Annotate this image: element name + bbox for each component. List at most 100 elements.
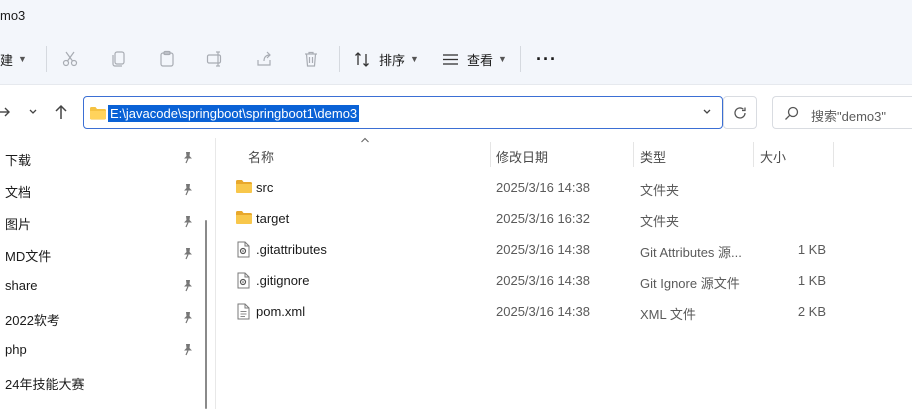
pin-icon <box>184 216 192 228</box>
sort-button[interactable]: 排序 ▼ <box>354 33 419 85</box>
file-date: 2025/3/16 16:32 <box>496 211 590 226</box>
toolbar-divider <box>520 46 521 72</box>
share-icon <box>257 51 271 66</box>
column-divider[interactable] <box>833 142 834 167</box>
back-button[interactable] <box>0 100 12 124</box>
file-name: src <box>256 180 274 195</box>
sidebar-item-downloads[interactable]: 下载 <box>0 142 200 174</box>
rename-button[interactable] <box>206 33 224 85</box>
pin-icon <box>184 312 192 324</box>
file-type: 文件夹 <box>640 183 680 198</box>
chevron-down-icon: ▼ <box>498 54 507 64</box>
scissors-icon <box>62 51 78 67</box>
column-header-size[interactable]: 大小 <box>753 138 833 170</box>
file-date: 2025/3/16 14:38 <box>496 304 590 319</box>
file-name: .gitattributes <box>256 242 327 257</box>
pane-divider[interactable] <box>215 138 216 409</box>
toolbar-divider <box>46 46 47 72</box>
arrow-right-icon <box>0 107 10 117</box>
recent-locations-button[interactable] <box>26 100 40 124</box>
sidebar-scrollbar[interactable] <box>205 220 207 409</box>
title-bar: mo3 <box>0 0 912 33</box>
more-options-button[interactable]: ··· <box>536 33 557 85</box>
sort-icon <box>355 51 369 67</box>
sidebar-item-skills-contest[interactable]: 24年技能大赛 <box>0 366 200 398</box>
column-header-type[interactable]: 类型 <box>633 138 753 170</box>
file-row[interactable]: src 2025/3/16 14:38 文件夹 <box>229 172 834 203</box>
sidebar-item-label: share <box>5 278 38 293</box>
refresh-icon <box>734 106 746 119</box>
share-button[interactable] <box>255 33 273 85</box>
column-header-name[interactable]: 名称 <box>240 138 490 170</box>
file-size: 1 KB <box>797 273 826 288</box>
window-title: mo3 <box>0 8 26 23</box>
sort-button-label: 排序 <box>379 52 406 68</box>
address-bar[interactable]: E:\javacode\springboot\springboot1\demo3 <box>83 96 723 129</box>
chevron-down-icon <box>29 109 37 114</box>
clipboard-icon <box>160 50 174 67</box>
view-list-icon <box>443 53 458 65</box>
chevron-down-icon: ▼ <box>18 54 27 64</box>
file-type: Git Ignore 源文件 <box>640 276 740 291</box>
document-icon <box>237 303 250 320</box>
pin-icon <box>184 152 192 164</box>
file-date: 2025/3/16 14:38 <box>496 273 590 288</box>
sidebar-item-label: 2022软考 <box>5 313 60 328</box>
file-row[interactable]: .gitignore 2025/3/16 14:38 Git Ignore 源文… <box>229 265 834 296</box>
sidebar-item-pictures[interactable]: 图片 <box>0 206 200 238</box>
sidebar-item-2022-exam[interactable]: 2022软考 <box>0 302 200 334</box>
arrow-up-icon <box>55 104 67 119</box>
toolbar-divider <box>339 46 340 72</box>
pin-icon <box>184 184 192 196</box>
delete-button[interactable] <box>302 33 320 85</box>
folder-icon <box>89 107 106 120</box>
file-row[interactable]: target 2025/3/16 16:32 文件夹 <box>229 203 834 234</box>
view-button[interactable]: 查看 ▼ <box>442 33 507 85</box>
new-button[interactable]: 建 ▼ <box>0 33 27 85</box>
file-date: 2025/3/16 14:38 <box>496 180 590 195</box>
sidebar-item-label: 下载 <box>5 153 32 168</box>
sidebar-item-label: php <box>5 342 27 357</box>
file-type: XML 文件 <box>640 307 696 322</box>
up-button[interactable] <box>52 100 70 124</box>
sidebar-item-documents[interactable]: 文档 <box>0 174 200 206</box>
pin-icon <box>184 344 192 356</box>
file-date: 2025/3/16 14:38 <box>496 242 590 257</box>
file-name: pom.xml <box>256 304 306 319</box>
folder-icon <box>236 180 252 193</box>
sidebar-item-md-files[interactable]: MD文件 <box>0 238 200 270</box>
command-bar: 建 ▼ 排序 ▼ 查看 ▼ ··· <box>0 33 912 85</box>
chevron-down-icon: ▼ <box>410 54 419 64</box>
search-box[interactable]: 搜索"demo3" <box>772 96 912 129</box>
config-file-icon <box>237 272 250 289</box>
column-header-label: 名称 <box>248 150 275 165</box>
paste-button[interactable] <box>158 33 176 85</box>
column-header-label: 大小 <box>760 150 787 165</box>
address-path[interactable]: E:\javacode\springboot\springboot1\demo3 <box>108 105 360 122</box>
file-row[interactable]: pom.xml 2025/3/16 14:38 XML 文件 2 KB <box>229 296 834 327</box>
file-row[interactable]: .gitattributes 2025/3/16 14:38 Git Attri… <box>229 234 834 265</box>
more-options-icon: ··· <box>536 48 557 69</box>
chevron-down-icon <box>703 109 711 114</box>
file-type: 文件夹 <box>640 214 680 229</box>
trash-icon <box>305 51 317 67</box>
sidebar-item-label: 图片 <box>5 217 32 232</box>
column-header-label: 类型 <box>640 150 667 165</box>
sidebar-item-php[interactable]: php <box>0 334 200 366</box>
file-size: 2 KB <box>797 304 826 319</box>
refresh-button[interactable] <box>723 96 757 129</box>
file-name: .gitignore <box>256 273 310 288</box>
sidebar-item-label: MD文件 <box>5 249 52 264</box>
copy-button[interactable] <box>110 33 128 85</box>
navigation-pane: 下载 文档 图片 MD文件 share 2022软考 php 24年技能大赛 <box>0 138 213 409</box>
file-name: target <box>256 211 290 226</box>
cut-button[interactable] <box>61 33 79 85</box>
pin-icon <box>184 248 192 260</box>
copy-icon <box>112 51 125 67</box>
view-button-label: 查看 <box>467 52 494 68</box>
pin-icon <box>184 280 192 292</box>
sidebar-item-label: 24年技能大赛 <box>5 377 85 392</box>
search-placeholder: 搜索"demo3" <box>811 109 886 124</box>
column-header-date[interactable]: 修改日期 <box>490 138 633 170</box>
sidebar-item-share[interactable]: share <box>0 270 200 302</box>
